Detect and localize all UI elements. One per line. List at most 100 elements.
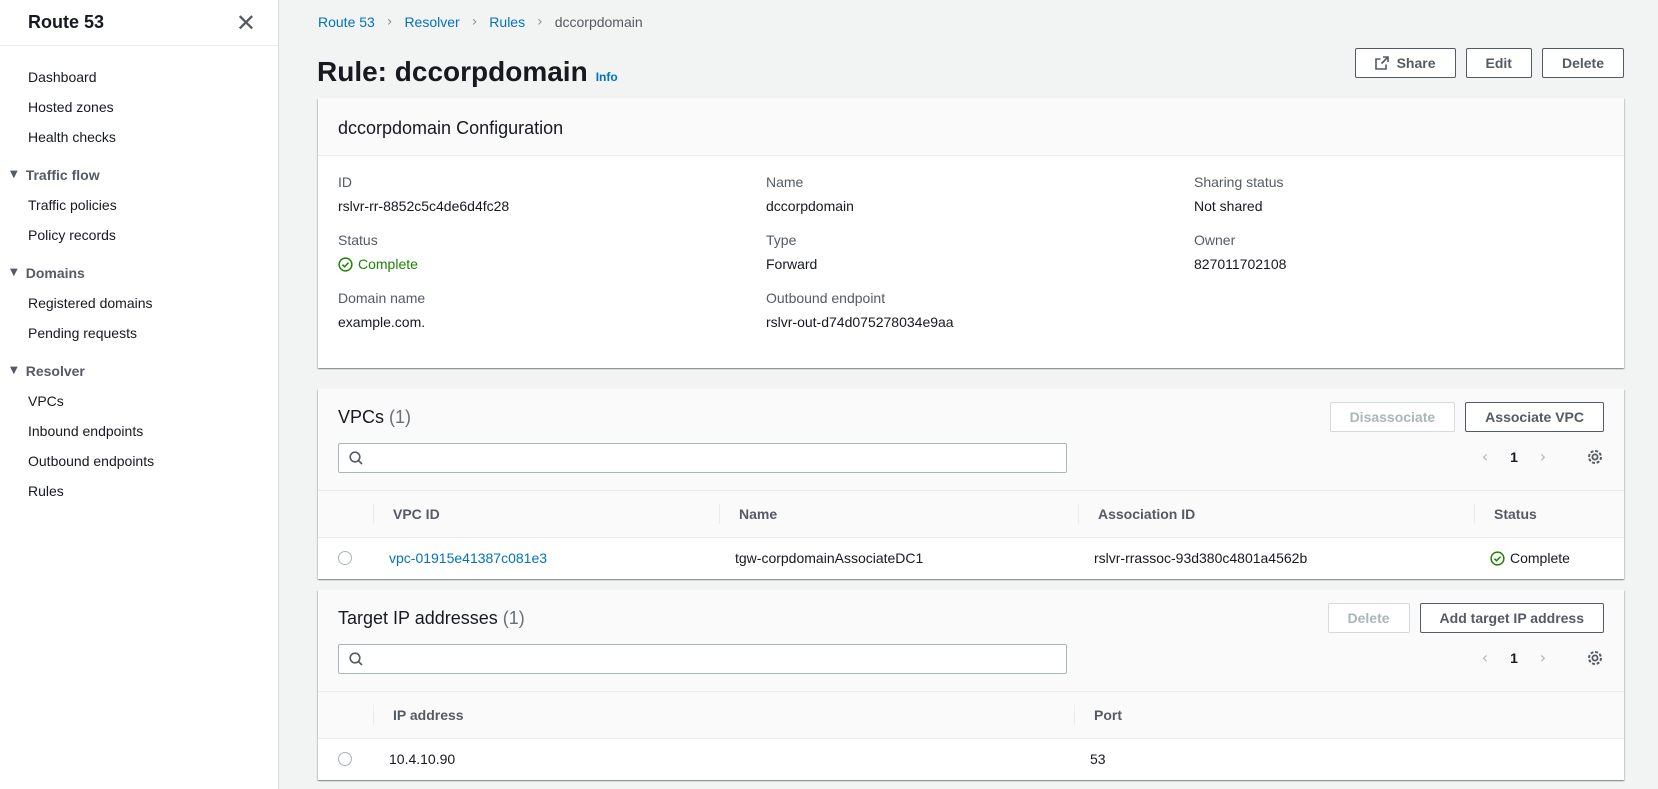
ip-address-cell: 10.4.10.90 [389, 751, 456, 767]
target-ips-pagination: ‹ 1 › [1470, 648, 1604, 667]
delete-button[interactable]: Delete [1541, 48, 1624, 78]
field-label: Status [338, 232, 378, 248]
vpcs-title-text: VPCs [338, 407, 385, 427]
sidebar-item-traffic-policies[interactable]: Traffic policies [0, 190, 278, 220]
sidebar-section-label: Resolver [25, 363, 85, 379]
status-text: Complete [1510, 550, 1570, 566]
vpcs-search-field[interactable] [338, 443, 1067, 473]
row-select-radio[interactable] [338, 752, 352, 766]
chevron-right-icon[interactable]: › [1528, 447, 1558, 466]
delete-target-button[interactable]: Delete [1327, 603, 1410, 633]
field-label: Domain name [338, 290, 426, 306]
close-icon[interactable]: ✕ [236, 11, 256, 35]
sidebar-item-dashboard[interactable]: Dashboard [0, 62, 278, 92]
target-ips-search-input[interactable] [371, 646, 1061, 672]
edit-button[interactable]: Edit [1465, 48, 1532, 78]
target-ips-search-field[interactable] [338, 644, 1067, 674]
share-button-label: Share [1396, 55, 1436, 71]
vpcs-header: VPCs (1) Disassociate Associate VPC ‹ 1 … [318, 389, 1624, 490]
table-row[interactable]: vpc-01915e41387c081e3 tgw-corpdomainAsso… [318, 538, 1624, 578]
sidebar-item-policy-records[interactable]: Policy records [0, 220, 278, 250]
check-circle-icon [1490, 550, 1505, 566]
sidebar: Route 53 ✕ Dashboard Hosted zones Health… [0, 0, 279, 789]
vpcs-actions: Disassociate Associate VPC [1329, 402, 1604, 432]
disassociate-button[interactable]: Disassociate [1329, 402, 1456, 432]
field-value: rslvr-rr-8852c5c4de6d4fc28 [338, 198, 510, 214]
chevron-right-icon: › [471, 14, 478, 30]
target-ips-title-text: Target IP addresses [338, 608, 498, 628]
sidebar-item-health-checks[interactable]: Health checks [0, 122, 278, 152]
association-id-cell: rslvr-rrassoc-93d380c4801a4562b [1094, 550, 1308, 566]
configuration-fields: ID rslvr-rr-8852c5c4de6d4fc28 Name dccor… [318, 156, 1624, 332]
main-content: Route 53 › Resolver › Rules › dccorpdoma… [280, 0, 1658, 789]
chevron-right-icon: › [386, 14, 393, 30]
vpcs-panel: VPCs (1) Disassociate Associate VPC ‹ 1 … [318, 389, 1624, 579]
target-ips-table-header: IP address Port [318, 691, 1624, 739]
sidebar-item-rules[interactable]: Rules [0, 476, 278, 506]
vpcs-title: VPCs (1) [338, 407, 411, 428]
configuration-title: dccorpdomain Configuration [338, 118, 564, 138]
column-port[interactable]: Port [1074, 705, 1574, 725]
field-value: 827011702108 [1194, 256, 1287, 272]
add-target-ip-button[interactable]: Add target IP address [1419, 603, 1604, 633]
search-icon [349, 451, 363, 465]
column-vpc-id[interactable]: VPC ID [373, 504, 719, 524]
breadcrumb-current: dccorpdomain [554, 14, 643, 30]
sidebar-item-hosted-zones[interactable]: Hosted zones [0, 92, 278, 122]
search-icon [349, 652, 363, 666]
target-ips-actions: Delete Add target IP address [1327, 603, 1604, 633]
field-status: Status Complete [338, 230, 766, 274]
sidebar-item-inbound-endpoints[interactable]: Inbound endpoints [0, 416, 278, 446]
caret-down-icon: ▼ [10, 267, 18, 278]
gear-icon[interactable] [1586, 649, 1604, 667]
chevron-left-icon[interactable]: ‹ [1470, 447, 1500, 466]
page-number[interactable]: 1 [1500, 650, 1528, 666]
column-ip-address[interactable]: IP address [373, 705, 1074, 725]
breadcrumb-route53[interactable]: Route 53 [318, 14, 375, 30]
field-sharing-status: Sharing status Not shared [1194, 172, 1622, 216]
target-ips-panel: Target IP addresses (1) Delete Add targe… [318, 590, 1624, 780]
field-label: ID [338, 174, 352, 190]
table-row[interactable]: 10.4.10.90 53 [318, 739, 1624, 779]
gear-icon[interactable] [1586, 448, 1604, 466]
breadcrumb-rules[interactable]: Rules [489, 14, 525, 30]
sidebar-item-registered-domains[interactable]: Registered domains [0, 288, 278, 318]
vpc-id-link[interactable]: vpc-01915e41387c081e3 [389, 550, 547, 566]
vpcs-search-input[interactable] [371, 445, 1061, 471]
sidebar-item-outbound-endpoints[interactable]: Outbound endpoints [0, 446, 278, 476]
breadcrumb-resolver[interactable]: Resolver [404, 14, 459, 30]
field-label: Sharing status [1194, 174, 1284, 190]
sidebar-title[interactable]: Route 53 [28, 12, 104, 33]
field-value: example.com. [338, 314, 426, 330]
chevron-right-icon: › [537, 14, 543, 30]
sidebar-item-vpcs[interactable]: VPCs [0, 386, 278, 416]
sidebar-section-traffic-flow[interactable]: ▼ Traffic flow [0, 160, 278, 190]
column-association-id[interactable]: Association ID [1078, 504, 1474, 524]
field-label: Owner [1194, 232, 1236, 248]
row-select-radio[interactable] [338, 551, 352, 565]
sidebar-section-label: Domains [25, 265, 85, 281]
sidebar-item-pending-requests[interactable]: Pending requests [0, 318, 278, 348]
sidebar-section-domains[interactable]: ▼ Domains [0, 258, 278, 288]
vpcs-count: (1) [389, 407, 412, 427]
column-status[interactable]: Status [1474, 504, 1624, 524]
field-value: Not shared [1194, 198, 1263, 214]
field-value: dccorpdomain [766, 198, 854, 214]
vpcs-table-header: VPC ID Name Association ID Status [318, 490, 1624, 538]
target-ips-header: Target IP addresses (1) Delete Add targe… [318, 590, 1624, 691]
header-actions: Share Edit Delete [1354, 48, 1624, 78]
chevron-left-icon[interactable]: ‹ [1470, 648, 1500, 667]
info-link[interactable]: Info [596, 70, 618, 84]
associate-vpc-button[interactable]: Associate VPC [1465, 402, 1604, 432]
breadcrumb: Route 53 › Resolver › Rules › dccorpdoma… [318, 14, 643, 30]
share-button[interactable]: Share [1354, 48, 1456, 78]
sidebar-section-resolver[interactable]: ▼ Resolver [0, 356, 278, 386]
target-ips-count: (1) [502, 608, 525, 628]
page-number[interactable]: 1 [1500, 449, 1528, 465]
chevron-right-icon[interactable]: › [1528, 648, 1558, 667]
column-name[interactable]: Name [719, 504, 1078, 524]
caret-down-icon: ▼ [10, 365, 18, 376]
field-outbound-endpoint: Outbound endpoint rslvr-out-d74d07527803… [766, 288, 1194, 332]
page-title-text: Rule: dccorpdomain [317, 56, 588, 87]
sidebar-nav: Dashboard Hosted zones Health checks ▼ T… [0, 46, 278, 506]
